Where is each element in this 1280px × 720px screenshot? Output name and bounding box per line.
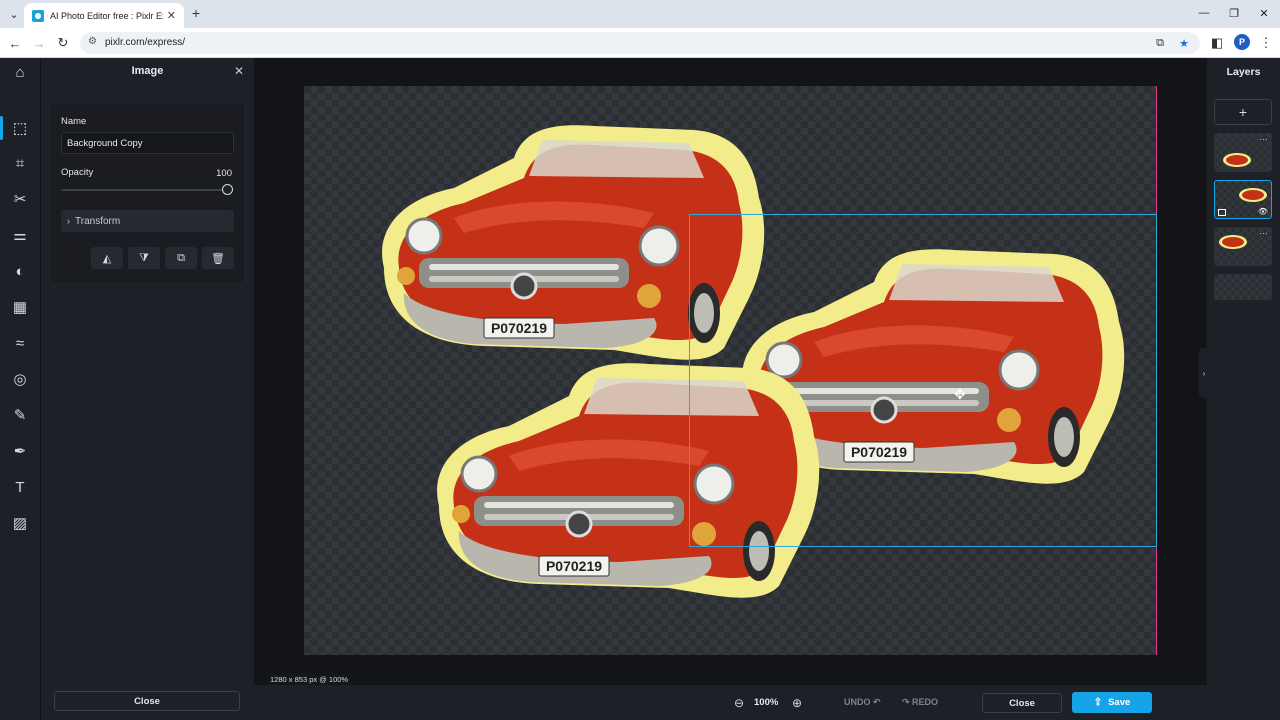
new-tab-button[interactable]: + [188, 5, 204, 21]
panel-close-icon[interactable]: ✕ [232, 64, 246, 78]
liquify-tool-icon[interactable]: ≈ [6, 329, 34, 357]
minimize-window-icon[interactable]: — [1192, 4, 1216, 22]
arrange-tool-icon[interactable]: ⬚ [0, 114, 34, 142]
bookmark-star-icon[interactable]: ★ [1176, 35, 1192, 51]
filter-tool-icon[interactable]: ◐ [6, 257, 34, 285]
close-window-icon[interactable]: ✕ [1252, 4, 1276, 22]
back-arrow-icon[interactable]: ← [6, 34, 24, 52]
flip-vertical-icon[interactable]: ⧩ [128, 247, 160, 269]
move-cursor-icon: ✥ [954, 386, 966, 402]
install-app-icon[interactable]: ⧉ [1152, 35, 1168, 51]
save-button[interactable]: ⇪ Save [1072, 692, 1152, 713]
duplicate-icon[interactable]: ⧉ [165, 247, 197, 269]
tab-title: AI Photo Editor free : Pixlr Express [50, 10, 163, 21]
opacity-label: Opacity [61, 167, 94, 178]
browser-tab-pixlr[interactable]: AI Photo Editor free : Pixlr Express ✕ [24, 3, 184, 28]
browser-menu-icon[interactable]: ⋮ [1258, 34, 1274, 52]
pattern-tool-icon[interactable]: ▨ [6, 509, 34, 537]
panel-title: Image [131, 65, 164, 77]
opacity-slider-track[interactable] [61, 189, 228, 191]
canvas-dimensions-label: 1280 x 853 px @ 100% [266, 674, 353, 685]
home-icon[interactable]: ⌂ [6, 58, 34, 86]
delete-icon[interactable]: 🗑 [202, 247, 234, 269]
retouch-tool-icon[interactable]: ✎ [6, 401, 34, 429]
selection-bounding-box[interactable] [689, 214, 1157, 547]
text-tool-icon[interactable]: T [6, 473, 34, 501]
save-upload-icon: ⇪ [1093, 697, 1103, 708]
swirl-tool-icon[interactable]: ◎ [6, 365, 34, 393]
workspace: P070219 ✥ 1280 x 853 px @ 100% [254, 58, 1207, 685]
layer-name-input[interactable] [61, 132, 234, 154]
layer-menu-icon[interactable]: ··· [1259, 228, 1268, 238]
effect-tool-icon[interactable]: ▦ [6, 293, 34, 321]
transform-section-toggle[interactable]: › Transform [61, 210, 234, 232]
adjust-tool-icon[interactable]: ⚌ [6, 221, 34, 249]
zoom-out-icon[interactable]: ⊖ [731, 695, 747, 711]
zoom-in-icon[interactable]: ⊕ [789, 695, 805, 711]
reload-icon[interactable]: ↻ [54, 34, 72, 52]
layers-panel: Layers + ··· 👁 ··· [1207, 58, 1280, 720]
layer-properties-card: Name Opacity 100 › Transform ◭ ⧩ ⧉ 🗑 [49, 102, 246, 284]
side-panel-icon[interactable]: ◧ [1208, 34, 1226, 52]
layer-thumbnail[interactable]: ··· [1214, 133, 1272, 172]
pixlr-favicon-icon [32, 9, 44, 22]
restore-window-icon[interactable]: ❐ [1222, 4, 1246, 22]
forward-arrow-icon[interactable]: → [30, 34, 48, 52]
browser-toolbar: ← → ↻ ⚙ pixlr.com/express/ ⧉ ★ ◧ P ⋮ [0, 28, 1280, 58]
visibility-eye-icon[interactable]: 👁 [1258, 207, 1268, 216]
bottom-toolbar: ⊖ 100% ⊕ UNDO ↶ ↷ REDO Close ⇪ Save [254, 685, 1207, 720]
address-bar[interactable]: ⚙ pixlr.com/express/ ⧉ ★ [80, 32, 1200, 54]
zoom-level[interactable]: 100% [754, 697, 778, 708]
undo-button[interactable]: UNDO ↶ [844, 697, 881, 708]
layers-title: Layers [1226, 66, 1261, 78]
image-properties-panel: Image ✕ Name Opacity 100 › Transform ◭ ⧩… [41, 58, 254, 720]
cutout-tool-icon[interactable]: ✂ [6, 185, 34, 213]
save-label: Save [1108, 697, 1131, 708]
layer-thumbnail-selected[interactable]: 👁 [1214, 180, 1272, 219]
draw-tool-icon[interactable]: ✒ [6, 437, 34, 465]
browser-tab-bar: ⌄ AI Photo Editor free : Pixlr Express ✕… [0, 0, 1280, 28]
opacity-value: 100 [216, 168, 232, 179]
layer-menu-icon[interactable]: ··· [1259, 134, 1268, 144]
add-layer-button[interactable]: + [1214, 99, 1272, 125]
layer-thumbnail[interactable]: ··· [1214, 227, 1272, 266]
name-label: Name [61, 116, 87, 127]
transform-label: Transform [75, 215, 121, 227]
tool-strip: ⌂ ⬚ ⌗ ✂ ⚌ ◐ ▦ ≈ ◎ ✎ ✒ T ▨ [0, 58, 41, 720]
image-layer-icon [1218, 209, 1226, 216]
panel-close-button[interactable]: Close [54, 691, 240, 711]
url-text[interactable]: pixlr.com/express/ [105, 37, 185, 48]
chevron-right-icon: › [67, 216, 70, 226]
profile-avatar[interactable]: P [1234, 34, 1250, 50]
tab-close-icon[interactable]: ✕ [167, 9, 176, 22]
opacity-slider-thumb[interactable] [222, 184, 233, 195]
site-info-icon[interactable]: ⚙ [88, 36, 97, 47]
crop-tool-icon[interactable]: ⌗ [6, 149, 34, 177]
background-layer-thumbnail[interactable] [1214, 274, 1272, 300]
tab-search-chevron-icon[interactable]: ⌄ [4, 4, 24, 24]
close-button[interactable]: Close [982, 693, 1062, 713]
redo-button[interactable]: ↷ REDO [902, 697, 938, 708]
flip-horizontal-icon[interactable]: ◭ [91, 247, 123, 269]
pixlr-app: ⌂ ⬚ ⌗ ✂ ⚌ ◐ ▦ ≈ ◎ ✎ ✒ T ▨ Image ✕ Name O… [0, 58, 1280, 720]
